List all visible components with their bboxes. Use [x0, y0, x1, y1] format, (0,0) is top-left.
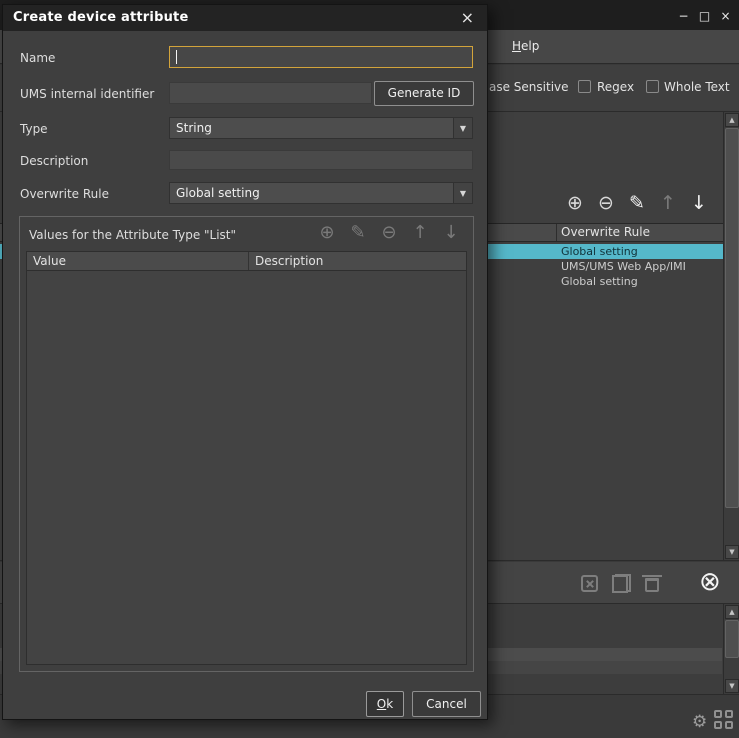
clear-selection-icon[interactable] [581, 575, 598, 592]
cancel-button[interactable]: Cancel [412, 691, 481, 717]
remove-icon[interactable]: ⊖ [595, 192, 617, 214]
window-controls: − □ × [675, 7, 734, 24]
values-section-title: Values for the Attribute Type "List" [29, 228, 236, 242]
overwrite-rule-selected-value: Global setting [176, 186, 260, 200]
whole-text-checkbox[interactable] [646, 80, 659, 93]
maximize-icon[interactable]: □ [696, 7, 713, 24]
add-value-icon[interactable]: ⊕ [317, 222, 337, 244]
values-table: Value Description [26, 251, 467, 665]
close-circle-icon[interactable]: ⊗ [699, 569, 721, 595]
type-dropdown[interactable]: String ▼ [169, 117, 473, 139]
gear-icon[interactable]: ⚙ [692, 712, 707, 732]
move-value-up-icon[interactable]: ↑ [410, 222, 430, 244]
create-device-attribute-dialog: Create device attribute × Name UMS inter… [2, 4, 488, 720]
name-label: Name [20, 51, 55, 65]
regex-checkbox[interactable] [578, 80, 591, 93]
name-input[interactable] [169, 46, 473, 68]
overwrite-rule-label: Overwrite Rule [20, 187, 109, 201]
type-label: Type [20, 122, 48, 136]
ums-identifier-input[interactable] [169, 82, 372, 104]
screen: − □ × Help ase Sensitive Regex Whole Tex… [0, 0, 739, 738]
overwrite-rule-cell: Global setting [561, 274, 638, 289]
overwrite-rule-dropdown[interactable]: Global setting ▼ [169, 182, 473, 204]
scroll-up-icon[interactable]: ▲ [725, 605, 739, 619]
ok-button[interactable]: Ok [366, 691, 404, 717]
scroll-down-icon[interactable]: ▼ [725, 545, 739, 559]
window-close-icon[interactable]: × [717, 7, 734, 24]
scrollbar-thumb[interactable] [725, 128, 739, 508]
dropdown-arrow-icon[interactable]: ▼ [453, 183, 472, 203]
text-caret [176, 50, 177, 64]
whole-text-label: Whole Text [664, 80, 730, 94]
column-divider [556, 224, 557, 241]
value-column-header[interactable]: Value [27, 252, 249, 270]
case-sensitive-label: ase Sensitive [489, 80, 569, 94]
values-table-body [27, 272, 466, 664]
remove-value-icon[interactable]: ⊖ [379, 222, 399, 244]
type-selected-value: String [176, 121, 212, 135]
edit-icon[interactable]: ✎ [626, 192, 648, 214]
copy-icon[interactable] [612, 574, 631, 593]
add-icon[interactable]: ⊕ [564, 192, 586, 214]
overwrite-rule-column-header[interactable]: Overwrite Rule [561, 225, 650, 239]
dropdown-arrow-icon[interactable]: ▼ [453, 118, 472, 138]
minimize-icon[interactable]: − [675, 7, 692, 24]
ums-identifier-label: UMS internal identifier [20, 87, 154, 101]
regex-label: Regex [597, 80, 634, 94]
table-scrollbar[interactable]: ▲ ▼ [723, 112, 739, 560]
delete-icon[interactable] [645, 578, 659, 592]
overwrite-rule-cell: Global setting [561, 244, 638, 259]
help-button[interactable]: Help [512, 39, 539, 53]
move-up-icon[interactable]: ↑ [657, 192, 679, 214]
dialog-title: Create device attribute [13, 10, 188, 25]
overwrite-rule-cell: UMS/UMS Web App/IMI [561, 259, 686, 274]
move-down-icon[interactable]: ↓ [688, 192, 710, 214]
move-value-down-icon[interactable]: ↓ [441, 222, 461, 244]
generate-id-button[interactable]: Generate ID [374, 81, 474, 106]
dialog-close-icon[interactable]: × [461, 8, 474, 27]
description-input[interactable] [169, 150, 473, 170]
description-column-header[interactable]: Description [249, 252, 466, 270]
scroll-up-icon[interactable]: ▲ [725, 113, 739, 127]
dialog-titlebar[interactable]: Create device attribute × [3, 5, 487, 31]
scrollbar-thumb[interactable] [725, 620, 739, 658]
apps-grid-icon[interactable] [714, 710, 736, 732]
values-section: Values for the Attribute Type "List" ⊕ ✎… [19, 216, 474, 672]
edit-value-icon[interactable]: ✎ [348, 222, 368, 244]
values-table-header: Value Description [27, 252, 466, 271]
description-label: Description [20, 154, 88, 168]
scroll-down-icon[interactable]: ▼ [725, 679, 739, 693]
lower-scrollbar[interactable]: ▲ ▼ [723, 604, 739, 694]
